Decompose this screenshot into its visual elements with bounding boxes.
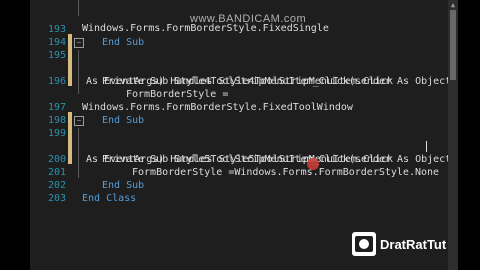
text-caret (426, 141, 427, 152)
code-line: 198 (30, 101, 448, 126)
code-area[interactable]: Windows.Forms.FormBorderStyle.FixedSingl… (30, 0, 448, 270)
code-line: As EventArgs) Handles Style4ToolStripMen… (30, 49, 448, 87)
scrollbar-thumb[interactable] (450, 10, 456, 80)
code-line: 199 − Private Sub Style5ToolStripMenuIte… (30, 114, 448, 165)
code-line: 203 (30, 179, 448, 204)
code-line: 197 End Sub (30, 88, 448, 126)
code-line: 196 FormBorderStyle = (30, 62, 448, 100)
code-line: As EventArgs) Handles Style5ToolStripMen… (30, 127, 448, 165)
code-line: 202 End Class (30, 166, 448, 204)
mouse-cursor-highlight (307, 158, 319, 170)
code-line: 195 − Private Sub Style4ToolStripMenuIte… (30, 36, 448, 87)
recording-watermark: www.BANDICAM.com (190, 13, 307, 25)
scroll-up-icon[interactable]: ▲ (448, 0, 458, 10)
code-line: Windows.Forms.FormBorderStyle.FixedToolW… (30, 75, 448, 113)
logo-icon (352, 232, 376, 256)
logo-text: DratRatTut (380, 237, 447, 252)
code-line: Windows.Forms.FormBorderStyle.FixedSingl… (30, 0, 448, 34)
code-text: End Class (82, 193, 137, 204)
code-line-current: 200 FormBorderStyle =Windows.Forms.FormB… (30, 140, 448, 178)
code-line: 201 End Sub (30, 153, 448, 191)
line-number: 203 (47, 193, 66, 204)
collapse-icon[interactable]: − (74, 116, 84, 126)
collapse-icon[interactable]: − (74, 38, 84, 48)
channel-logo: DratRatTut (352, 232, 476, 260)
code-editor[interactable]: Windows.Forms.FormBorderStyle.FixedSingl… (30, 0, 448, 270)
